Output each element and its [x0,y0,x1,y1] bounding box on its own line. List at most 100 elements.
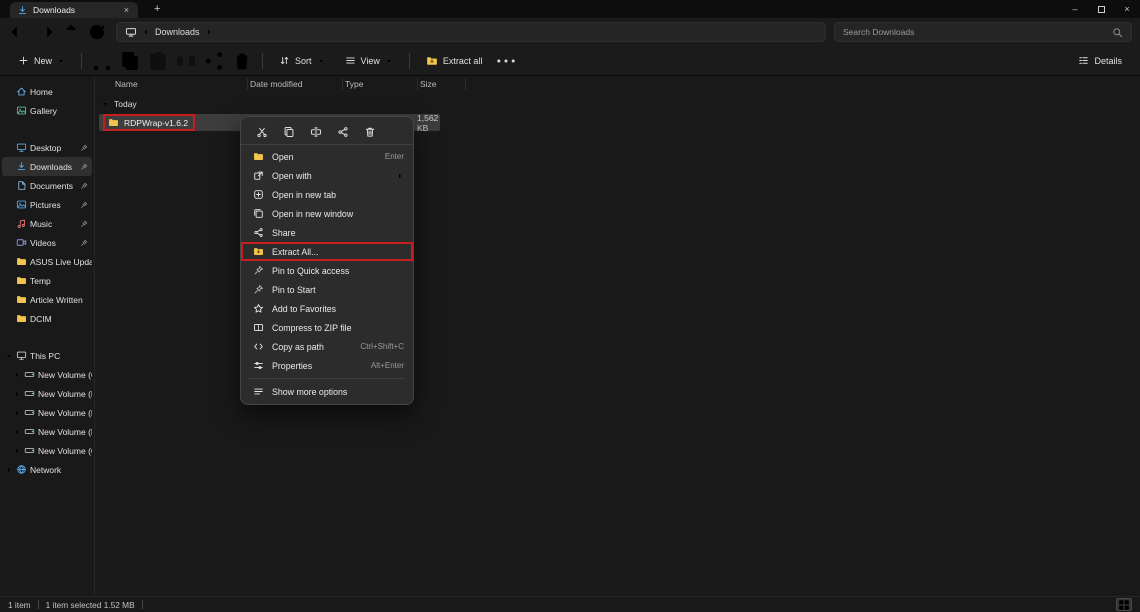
menu-item-shortcut: Ctrl+Shift+C [360,342,404,351]
sidebar-item-asus-live-update[interactable]: ASUS Live Update [2,252,92,271]
share-icon [337,126,349,138]
file-explorer-window: Downloads × + – × Downloads Search Downl… [0,0,1140,612]
rename-button[interactable] [307,123,325,141]
copy-button[interactable] [280,123,298,141]
thumbnail-view-button[interactable] [1116,598,1132,611]
forward-button[interactable] [34,22,56,42]
menu-item-share[interactable]: Share [241,223,413,242]
menu-item-compress-to-zip-file[interactable]: Compress to ZIP file [241,318,413,337]
details-button-label: Details [1094,55,1122,66]
new-tab-icon [253,189,264,200]
sidebar-item-gallery[interactable]: Gallery [2,101,92,120]
chevron-right-icon[interactable] [5,466,13,474]
menu-item-open[interactable]: Open Enter [241,147,413,166]
chevron-right-icon[interactable] [13,409,21,417]
sidebar-item-label: Documents [30,180,73,191]
chevron-right-icon[interactable] [13,447,21,455]
cut-button[interactable] [253,123,271,141]
menu-item-open-in-new-window[interactable]: Open in new window [241,204,413,223]
breadcrumb-item-downloads[interactable]: Downloads [155,27,200,37]
sidebar-item-label: This PC [30,350,61,361]
search-icon [1112,27,1123,38]
menu-item-label: Pin to Start [272,284,316,295]
sidebar-item-new-volume-g-[interactable]: New Volume (G:) [2,441,92,460]
sidebar-item-documents[interactable]: Documents [2,176,92,195]
share-button[interactable] [202,50,226,72]
sidebar-item-music[interactable]: Music [2,214,92,233]
column-header-type[interactable]: Type [343,78,418,90]
selection-summary: 1 item selected 1.52 MB [45,599,135,610]
sidebar-item-new-volume-d-[interactable]: New Volume (D:) [2,384,92,403]
chevron-down-icon[interactable] [5,352,13,360]
chevron-right-icon[interactable] [13,390,21,398]
sort-button-label: Sort [295,55,312,66]
sidebar-item-desktop[interactable]: Desktop [2,138,92,157]
column-header-date-modified[interactable]: Date modified [248,78,343,90]
more-options-button[interactable] [494,50,518,72]
chevron-right-icon [396,172,404,180]
delete-button[interactable] [230,50,254,72]
sidebar-item-home[interactable]: Home [2,82,92,101]
menu-item-extract-all-[interactable]: Extract All... [241,242,413,261]
sidebar-item-new-volume-c-[interactable]: New Volume (C:) [2,365,92,384]
group-header-today[interactable]: Today [101,96,1140,111]
menu-item-add-to-favorites[interactable]: Add to Favorites [241,299,413,318]
sort-button[interactable]: Sort [271,50,333,72]
new-tab-button[interactable]: + [148,3,166,15]
sidebar-item-temp[interactable]: Temp [2,271,92,290]
refresh-button[interactable] [86,22,108,42]
titlebar: Downloads × + – × [0,0,1140,18]
sidebar-item-pictures[interactable]: Pictures [2,195,92,214]
copy-button[interactable] [118,50,142,72]
maximize-button[interactable] [1088,0,1114,18]
menu-item-open-in-new-tab[interactable]: Open in new tab [241,185,413,204]
view-button[interactable]: View [337,50,401,72]
close-button[interactable]: × [1114,0,1140,18]
menu-item-show-more-options[interactable]: Show more options [241,382,413,401]
sidebar-item-downloads[interactable]: Downloads [2,157,92,176]
sidebar-item-videos[interactable]: Videos [2,233,92,252]
menu-item-pin-to-start[interactable]: Pin to Start [241,280,413,299]
minimize-button[interactable]: – [1062,0,1088,18]
chevron-right-icon[interactable] [13,428,21,436]
column-header-name[interactable]: Name [113,78,248,90]
extract-all-button[interactable]: Extract all [418,50,491,72]
details-pane-button[interactable]: Details [1070,50,1130,72]
new-button[interactable]: New [10,50,73,72]
sidebar-item-new-volume-f-[interactable]: New Volume (F:) [2,422,92,441]
up-button[interactable] [60,22,82,42]
star-icon [253,303,264,314]
paste-button[interactable] [146,50,170,72]
sidebar-item-article-written[interactable]: Article Written [2,290,92,309]
menu-item-label: Pin to Quick access [272,265,350,276]
sidebar-item-this-pc[interactable]: This PC [2,346,92,365]
sidebar-item-label: ASUS Live Update [30,256,92,267]
extract-icon [426,55,438,67]
column-header-size[interactable]: Size [418,78,466,90]
delete-button[interactable] [361,123,379,141]
details-view-button[interactable] [1098,598,1114,611]
tab-downloads[interactable]: Downloads × [10,2,138,18]
menu-separator [249,378,405,379]
menu-item-pin-to-quick-access[interactable]: Pin to Quick access [241,261,413,280]
download-icon [17,5,28,16]
context-menu-quick-actions [241,120,413,145]
sidebar-item-network[interactable]: Network [2,460,92,479]
menu-item-open-with[interactable]: Open with [241,166,413,185]
menu-item-label: Show more options [272,386,348,397]
share-button[interactable] [334,123,352,141]
menu-item-copy-as-path[interactable]: Copy as path Ctrl+Shift+C [241,337,413,356]
sidebar-item-new-volume-e-[interactable]: New Volume (E:) [2,403,92,422]
sidebar-item-label: Downloads [30,161,73,172]
toolbar-separator [262,52,264,69]
rename-button[interactable] [174,50,198,72]
menu-item-properties[interactable]: Properties Alt+Enter [241,356,413,375]
sidebar-item-dcim[interactable]: DCIM [2,309,92,328]
cut-button[interactable] [90,50,114,72]
breadcrumb[interactable]: Downloads [116,22,826,42]
tab-close-icon[interactable]: × [122,5,131,15]
search-input[interactable]: Search Downloads [834,22,1132,42]
back-button[interactable] [8,22,30,42]
chevron-right-icon[interactable] [13,371,21,379]
